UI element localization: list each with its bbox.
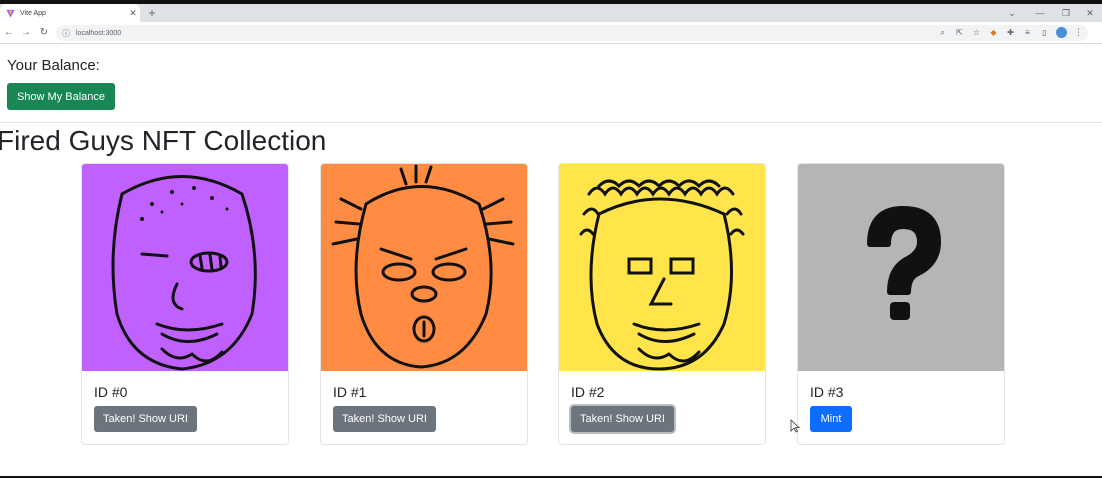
media-queue-icon[interactable]: ≡ bbox=[1022, 27, 1033, 38]
browser-tab[interactable]: Vite App ✕ bbox=[0, 4, 140, 22]
balance-label: Your Balance: bbox=[7, 57, 100, 74]
back-icon[interactable]: ← bbox=[2, 26, 16, 40]
show-uri-button[interactable]: Taken! Show URI bbox=[571, 406, 674, 432]
share-icon[interactable]: ⇱ bbox=[954, 27, 965, 38]
nft-card: ID #3 Mint bbox=[797, 163, 1005, 445]
side-panel-icon[interactable]: ▯ bbox=[1039, 27, 1050, 38]
divider bbox=[0, 122, 1102, 123]
page-content: Your Balance: Show My Balance Fired Guys… bbox=[0, 45, 1102, 476]
tab-title: Vite App bbox=[20, 9, 46, 17]
nft-id-label: ID #0 bbox=[94, 384, 128, 400]
zoom-icon[interactable]: ⌕ bbox=[937, 27, 948, 38]
url-text: localhost:3000 bbox=[76, 29, 122, 37]
window-close-icon[interactable]: ✕ bbox=[1076, 4, 1102, 22]
extensions-puzzle-icon[interactable]: ✚ bbox=[1005, 27, 1016, 38]
nft-image bbox=[82, 164, 288, 371]
toolbar-actions: ⌕ ⇱ ☆ ◆ ✚ ≡ ▯ ⋮ bbox=[937, 27, 1084, 38]
nft-card: ID #2 Taken! Show URI bbox=[558, 163, 766, 445]
browser-toolbar: ← → ↻ ⓘ localhost:3000 ⌕ ⇱ ☆ ◆ ✚ ≡ ▯ ⋮ bbox=[0, 22, 1102, 44]
reload-icon[interactable]: ↻ bbox=[37, 26, 51, 40]
nft-id-label: ID #1 bbox=[333, 384, 367, 400]
show-balance-button[interactable]: Show My Balance bbox=[7, 83, 115, 110]
browser-menu-icon[interactable]: ⋮ bbox=[1073, 27, 1084, 38]
minimize-icon[interactable]: — bbox=[1026, 4, 1054, 22]
show-uri-button[interactable]: Taken! Show URI bbox=[94, 406, 197, 432]
nft-card: ID #0 Taken! Show URI bbox=[81, 163, 289, 445]
mint-button[interactable]: Mint bbox=[810, 406, 852, 432]
profile-avatar[interactable] bbox=[1056, 27, 1067, 38]
nft-image bbox=[321, 164, 527, 371]
tab-strip: Vite App ✕ + ⌄ — ❐ ✕ bbox=[0, 4, 1102, 22]
mouse-cursor-icon bbox=[790, 419, 800, 433]
vite-logo-icon bbox=[6, 9, 15, 18]
site-info-icon[interactable]: ⓘ bbox=[62, 28, 72, 39]
address-bar[interactable]: ⓘ localhost:3000 ⌕ ⇱ ☆ ◆ ✚ ≡ ▯ ⋮ bbox=[56, 25, 1088, 41]
tab-search-icon[interactable]: ⌄ bbox=[998, 4, 1026, 22]
metamask-extension-icon[interactable]: ◆ bbox=[988, 27, 999, 38]
nft-id-label: ID #2 bbox=[571, 384, 605, 400]
new-tab-icon[interactable]: + bbox=[145, 5, 159, 21]
nft-image bbox=[559, 164, 765, 371]
nft-card: ID #1 Taken! Show URI bbox=[320, 163, 528, 445]
bookmark-star-icon[interactable]: ☆ bbox=[971, 27, 982, 38]
page-title: Fired Guys NFT Collection bbox=[0, 125, 327, 156]
show-uri-button[interactable]: Taken! Show URI bbox=[333, 406, 436, 432]
nft-id-label: ID #3 bbox=[810, 384, 844, 400]
question-mark-placeholder-icon bbox=[798, 164, 1004, 371]
forward-icon[interactable]: → bbox=[19, 26, 33, 40]
browser-window: Vite App ✕ + ⌄ — ❐ ✕ ← → ↻ ⓘ localhost:3… bbox=[0, 4, 1102, 476]
tab-close-icon[interactable]: ✕ bbox=[126, 8, 140, 19]
